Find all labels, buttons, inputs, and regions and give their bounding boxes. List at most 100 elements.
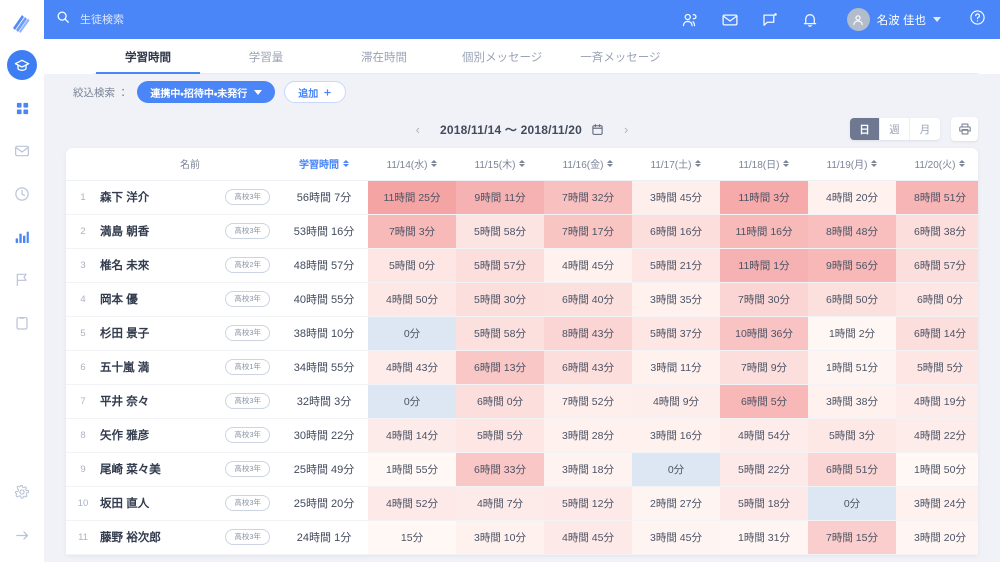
sidebar-item-tasks[interactable] bbox=[7, 308, 37, 338]
column-header-d3[interactable]: 11/17(土) bbox=[632, 148, 720, 180]
user-menu[interactable]: 名波 佳也 bbox=[847, 8, 941, 31]
student-name-cell[interactable]: 椎名 未來高校2年 bbox=[100, 248, 280, 282]
help-circle-icon[interactable] bbox=[969, 9, 986, 31]
sort-arrows-icon[interactable] bbox=[343, 160, 349, 167]
student-name-cell[interactable]: 五十嵐 満高校1年 bbox=[100, 350, 280, 384]
sort-arrows-icon[interactable] bbox=[519, 160, 525, 167]
table-row[interactable]: 3椎名 未來高校2年48時間 57分5時間 0分5時間 57分4時間 45分5時… bbox=[66, 248, 978, 282]
sort-arrows-icon[interactable] bbox=[431, 160, 437, 167]
day-cell-1[interactable]: 5時間 5分 bbox=[456, 418, 544, 452]
column-header-d5[interactable]: 11/19(月) bbox=[808, 148, 896, 180]
day-cell-5[interactable]: 6時間 51分 bbox=[808, 452, 896, 486]
student-name-cell[interactable]: 森下 洋介高校3年 bbox=[100, 180, 280, 214]
day-cell-1[interactable]: 3時間 10分 bbox=[456, 520, 544, 554]
calendar-icon[interactable] bbox=[591, 123, 604, 136]
day-cell-2[interactable]: 6時間 43分 bbox=[544, 350, 632, 384]
day-cell-2[interactable]: 4時間 45分 bbox=[544, 248, 632, 282]
day-cell-1[interactable]: 6時間 0分 bbox=[456, 384, 544, 418]
day-cell-5[interactable]: 0分 bbox=[808, 486, 896, 520]
day-cell-6[interactable]: 1時間 50分 bbox=[896, 452, 978, 486]
student-name-cell[interactable]: 岡本 優高校3年 bbox=[100, 282, 280, 316]
day-cell-5[interactable]: 9時間 56分 bbox=[808, 248, 896, 282]
sort-arrows-icon[interactable] bbox=[607, 160, 613, 167]
student-name-cell[interactable]: 坂田 直人高校3年 bbox=[100, 486, 280, 520]
day-cell-6[interactable]: 6時間 57分 bbox=[896, 248, 978, 282]
table-row[interactable]: 9尾崎 菜々美高校3年25時間 49分1時間 55分6時間 33分3時間 18分… bbox=[66, 452, 978, 486]
day-cell-1[interactable]: 6時間 13分 bbox=[456, 350, 544, 384]
sidebar-item-students[interactable] bbox=[7, 50, 37, 80]
day-cell-0[interactable]: 4時間 52分 bbox=[368, 486, 456, 520]
day-cell-4[interactable]: 11時間 1分 bbox=[720, 248, 808, 282]
day-cell-5[interactable]: 5時間 3分 bbox=[808, 418, 896, 452]
day-cell-6[interactable]: 6時間 38分 bbox=[896, 214, 978, 248]
day-cell-2[interactable]: 7時間 52分 bbox=[544, 384, 632, 418]
column-header-d0[interactable]: 11/14(水) bbox=[368, 148, 456, 180]
chat-icon[interactable] bbox=[761, 11, 779, 29]
search-input[interactable] bbox=[80, 14, 320, 26]
day-cell-4[interactable]: 10時間 36分 bbox=[720, 316, 808, 350]
people-icon[interactable] bbox=[681, 11, 699, 29]
day-cell-2[interactable]: 3時間 18分 bbox=[544, 452, 632, 486]
tab-study-volume[interactable]: 学習量 bbox=[220, 39, 312, 74]
sort-arrows-icon[interactable] bbox=[783, 160, 789, 167]
day-cell-1[interactable]: 5時間 57分 bbox=[456, 248, 544, 282]
day-cell-4[interactable]: 11時間 3分 bbox=[720, 180, 808, 214]
day-cell-1[interactable]: 5時間 58分 bbox=[456, 316, 544, 350]
day-cell-2[interactable]: 8時間 43分 bbox=[544, 316, 632, 350]
day-cell-3[interactable]: 3時間 16分 bbox=[632, 418, 720, 452]
tab-individual-message[interactable]: 個別メッセージ bbox=[456, 39, 548, 74]
day-cell-3[interactable]: 5時間 37分 bbox=[632, 316, 720, 350]
day-cell-0[interactable]: 4時間 43分 bbox=[368, 350, 456, 384]
column-header-d1[interactable]: 11/15(木) bbox=[456, 148, 544, 180]
day-cell-0[interactable]: 4時間 50分 bbox=[368, 282, 456, 316]
day-cell-2[interactable]: 7時間 17分 bbox=[544, 214, 632, 248]
period-day-button[interactable]: 日 bbox=[850, 118, 880, 140]
day-cell-6[interactable]: 3時間 20分 bbox=[896, 520, 978, 554]
day-cell-4[interactable]: 7時間 30分 bbox=[720, 282, 808, 316]
student-name-cell[interactable]: 杉田 景子高校3年 bbox=[100, 316, 280, 350]
day-cell-0[interactable]: 4時間 14分 bbox=[368, 418, 456, 452]
day-cell-5[interactable]: 4時間 20分 bbox=[808, 180, 896, 214]
day-cell-3[interactable]: 2時間 27分 bbox=[632, 486, 720, 520]
day-cell-3[interactable]: 3時間 45分 bbox=[632, 520, 720, 554]
day-cell-6[interactable]: 3時間 24分 bbox=[896, 486, 978, 520]
period-week-button[interactable]: 週 bbox=[880, 118, 910, 140]
day-cell-4[interactable]: 4時間 54分 bbox=[720, 418, 808, 452]
day-cell-1[interactable]: 9時間 11分 bbox=[456, 180, 544, 214]
tab-study-time[interactable]: 学習時間 bbox=[102, 39, 194, 74]
student-name-cell[interactable]: 平井 奈々高校3年 bbox=[100, 384, 280, 418]
student-name-cell[interactable]: 尾崎 菜々美高校3年 bbox=[100, 452, 280, 486]
next-period-button[interactable]: › bbox=[618, 122, 634, 137]
day-cell-0[interactable]: 7時間 3分 bbox=[368, 214, 456, 248]
day-cell-4[interactable]: 11時間 16分 bbox=[720, 214, 808, 248]
sidebar-item-mail[interactable] bbox=[7, 136, 37, 166]
table-row[interactable]: 11藤野 裕次郎高校3年24時間 1分15分3時間 10分4時間 45分3時間 … bbox=[66, 520, 978, 554]
column-header-d4[interactable]: 11/18(日) bbox=[720, 148, 808, 180]
day-cell-0[interactable]: 5時間 0分 bbox=[368, 248, 456, 282]
sidebar-item-apps[interactable] bbox=[7, 93, 37, 123]
day-cell-4[interactable]: 5時間 22分 bbox=[720, 452, 808, 486]
day-cell-5[interactable]: 1時間 2分 bbox=[808, 316, 896, 350]
day-cell-4[interactable]: 6時間 5分 bbox=[720, 384, 808, 418]
table-row[interactable]: 1森下 洋介高校3年56時間 7分11時間 25分9時間 11分7時間 32分3… bbox=[66, 180, 978, 214]
period-month-button[interactable]: 月 bbox=[910, 118, 940, 140]
day-cell-3[interactable]: 3時間 11分 bbox=[632, 350, 720, 384]
day-cell-3[interactable]: 4時間 9分 bbox=[632, 384, 720, 418]
column-header-d6[interactable]: 11/20(火) bbox=[896, 148, 978, 180]
sidebar-item-settings[interactable] bbox=[7, 477, 37, 507]
day-cell-3[interactable]: 5時間 21分 bbox=[632, 248, 720, 282]
sort-arrows-icon[interactable] bbox=[871, 160, 877, 167]
day-cell-0[interactable]: 11時間 25分 bbox=[368, 180, 456, 214]
day-cell-2[interactable]: 5時間 12分 bbox=[544, 486, 632, 520]
sidebar-item-analytics[interactable] bbox=[7, 222, 37, 252]
day-cell-6[interactable]: 6時間 0分 bbox=[896, 282, 978, 316]
day-cell-5[interactable]: 8時間 48分 bbox=[808, 214, 896, 248]
day-cell-5[interactable]: 1時間 51分 bbox=[808, 350, 896, 384]
mail-icon[interactable] bbox=[721, 11, 739, 29]
table-row[interactable]: 7平井 奈々高校3年32時間 3分0分6時間 0分7時間 52分4時間 9分6時… bbox=[66, 384, 978, 418]
tab-stay-time[interactable]: 滞在時間 bbox=[338, 39, 430, 74]
day-cell-6[interactable]: 4時間 22分 bbox=[896, 418, 978, 452]
day-cell-2[interactable]: 4時間 45分 bbox=[544, 520, 632, 554]
day-cell-4[interactable]: 1時間 31分 bbox=[720, 520, 808, 554]
sidebar-item-logout[interactable] bbox=[7, 520, 37, 550]
